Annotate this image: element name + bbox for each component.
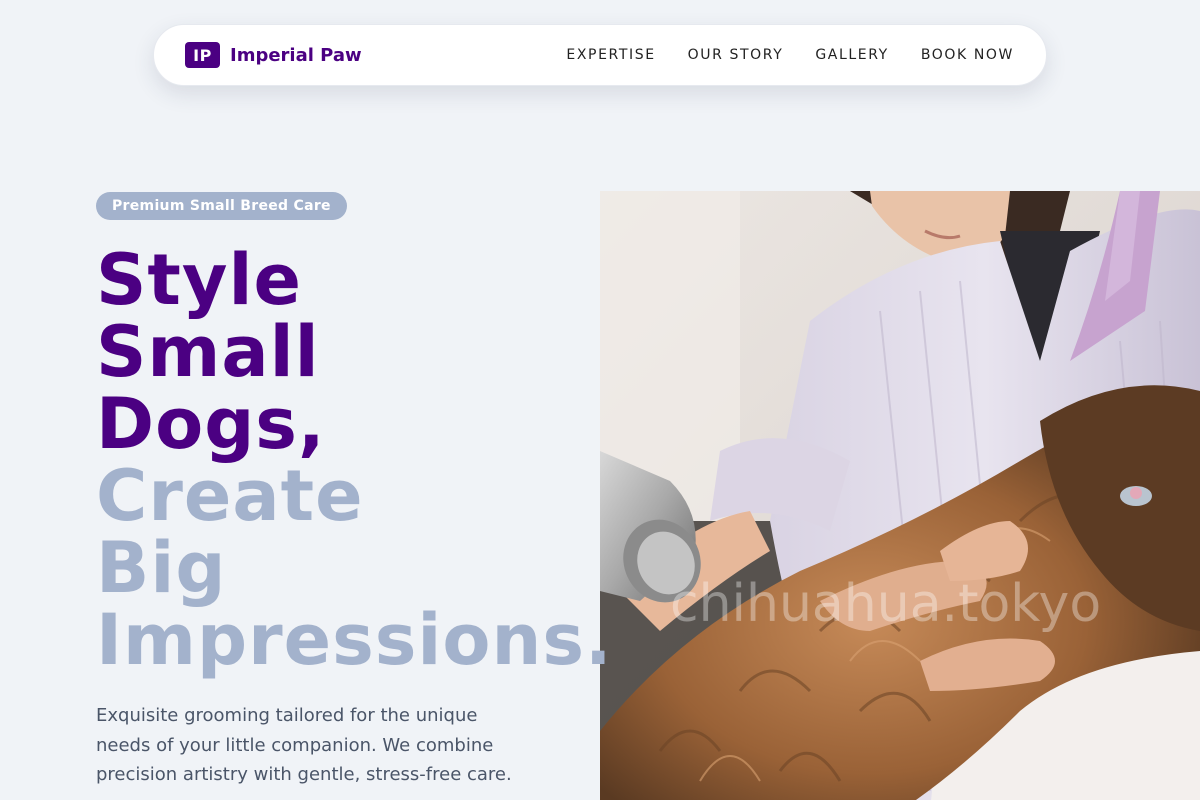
headline-line: Big	[96, 527, 227, 609]
nav-link-expertise[interactable]: EXPERTISE	[566, 47, 655, 63]
headline-line: Impressions.	[96, 599, 613, 681]
hair-bow-graphic	[1120, 486, 1152, 506]
nav-link-book-now[interactable]: BOOK NOW	[921, 47, 1014, 63]
headline-line: Create	[96, 455, 364, 537]
hero-image-groomer-drying-dog: chihuahua.tokyo	[600, 191, 1200, 800]
top-navigation: IP Imperial Paw EXPERTISE OUR STORY GALL…	[153, 24, 1047, 86]
landing-page: IP Imperial Paw EXPERTISE OUR STORY GALL…	[0, 0, 1200, 800]
hero-photo-illustration: chihuahua.tokyo	[600, 191, 1200, 800]
brand-name: Imperial Paw	[230, 44, 362, 66]
nav-link-gallery[interactable]: GALLERY	[815, 47, 888, 63]
headline-line: Dogs,	[96, 383, 326, 465]
hero-badge: Premium Small Breed Care	[96, 192, 347, 220]
headline-line: Small	[96, 311, 320, 393]
headline-line: Style	[96, 239, 302, 321]
brand-logo-mark: IP	[185, 42, 220, 68]
image-watermark: chihuahua.tokyo	[670, 574, 1101, 634]
nav-link-our-story[interactable]: OUR STORY	[688, 47, 784, 63]
brand-logo-link[interactable]: IP Imperial Paw	[185, 42, 362, 68]
hero-description: Exquisite grooming tailored for the uniq…	[96, 705, 512, 785]
nav-links: EXPERTISE OUR STORY GALLERY BOOK NOW	[566, 47, 1014, 63]
hero-headline: Style Small Dogs, Create Big Impressions…	[96, 244, 613, 676]
